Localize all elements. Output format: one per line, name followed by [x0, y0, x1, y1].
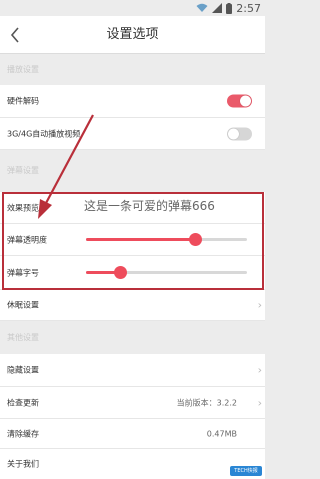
version-value: 当前版本：3.2.2: [176, 398, 237, 407]
title-bar: 设置选项: [0, 16, 265, 54]
section-header-other: 其他设置: [0, 322, 265, 354]
chevron-right-icon: ›: [257, 396, 262, 409]
page-title: 设置选项: [106, 27, 159, 42]
watermark-logo: TECH快报: [230, 466, 262, 476]
toggle-knob: [240, 95, 251, 107]
about-row[interactable]: 关于我们: [0, 449, 265, 479]
about-label: 关于我们: [7, 459, 39, 469]
timer-row[interactable]: 休眠设置 ›: [0, 290, 265, 321]
cache-size-value: 0.47MB: [206, 429, 237, 438]
section-header-playback: 播放设置: [0, 55, 265, 85]
auto-play-row: 3G/4G自动播放视频: [0, 118, 265, 150]
update-label: 检查更新: [7, 398, 39, 407]
status-time: 2:57: [236, 1, 261, 15]
cleanup-label: 隐藏设置: [7, 365, 39, 375]
annotation-highlight-box: [2, 192, 264, 290]
status-icons: 2:57: [196, 1, 261, 15]
signal-icon: [212, 3, 223, 13]
cleanup-row[interactable]: 隐藏设置 ›: [0, 354, 265, 387]
chevron-right-icon: ›: [257, 363, 262, 377]
toggle-knob: [228, 128, 239, 139]
section-header-danmaku: 弹幕设置: [0, 151, 265, 191]
cache-row[interactable]: 清除缓存 0.47MB: [0, 419, 265, 449]
chevron-right-icon: ›: [257, 298, 262, 312]
auto-play-toggle[interactable]: [227, 127, 252, 140]
auto-play-label: 3G/4G自动播放视频: [7, 129, 81, 138]
timer-label: 休眠设置: [7, 300, 39, 310]
update-row[interactable]: 检查更新 当前版本：3.2.2 ›: [0, 387, 265, 419]
wifi-icon: [196, 3, 208, 12]
hardware-decode-row: 硬件解码: [0, 85, 265, 118]
hardware-decode-label: 硬件解码: [7, 96, 39, 106]
cache-label: 清除缓存: [7, 429, 39, 438]
status-bar: 2:57: [0, 0, 265, 16]
hardware-decode-toggle[interactable]: [227, 94, 252, 108]
battery-icon: [226, 2, 233, 14]
